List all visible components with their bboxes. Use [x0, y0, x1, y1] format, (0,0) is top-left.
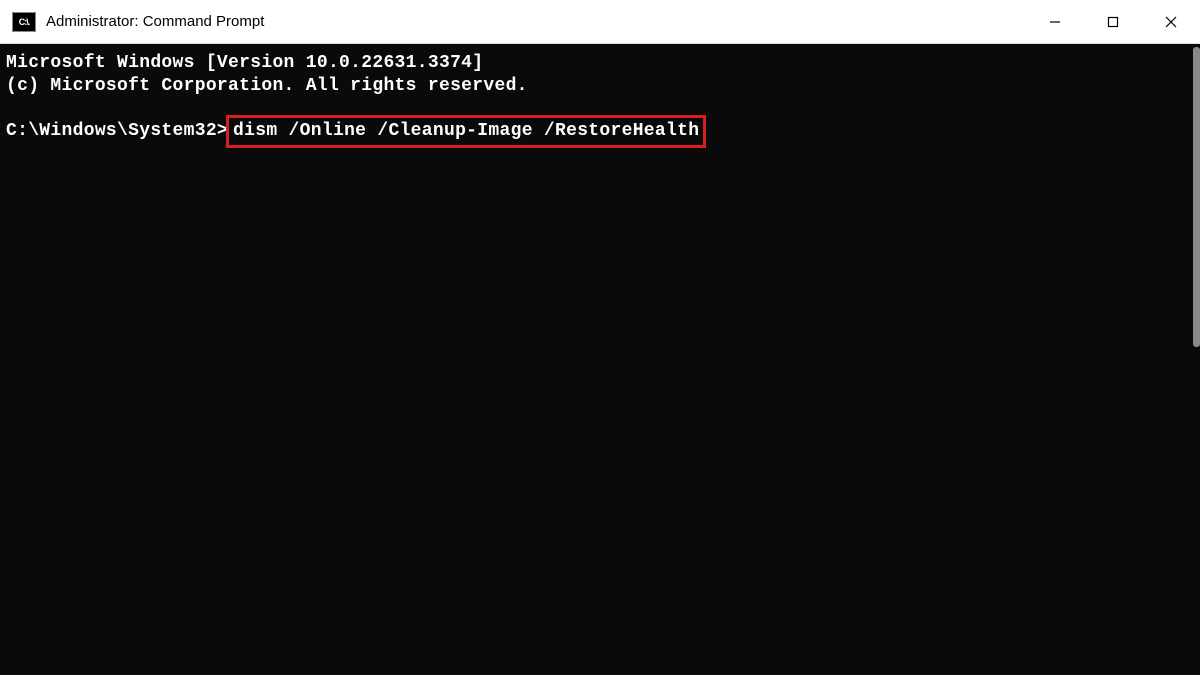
terminal-output[interactable]: Microsoft Windows [Version 10.0.22631.33…: [0, 44, 1200, 675]
close-button[interactable]: [1142, 0, 1200, 44]
window-title: Administrator: Command Prompt: [46, 13, 264, 30]
minimize-button[interactable]: [1026, 0, 1084, 44]
command-prompt-window: C:\. Administrator: Command Prompt: [0, 0, 1200, 675]
scrollbar-track[interactable]: [1188, 44, 1200, 675]
command-highlight-box: dism /Online /Cleanup-Image /RestoreHeal…: [226, 115, 706, 148]
terminal-prompt-line: C:\Windows\System32> dism /Online /Clean…: [6, 115, 1194, 148]
terminal-line-version: Microsoft Windows [Version 10.0.22631.33…: [6, 52, 1194, 75]
terminal-line-copyright: (c) Microsoft Corporation. All rights re…: [6, 75, 1194, 98]
scrollbar-thumb[interactable]: [1193, 47, 1200, 347]
app-icon: C:\.: [12, 12, 36, 32]
terminal-prompt: C:\Windows\System32>: [6, 120, 228, 143]
titlebar[interactable]: C:\. Administrator: Command Prompt: [0, 0, 1200, 44]
close-icon: [1165, 16, 1177, 28]
maximize-button[interactable]: [1084, 0, 1142, 44]
maximize-icon: [1107, 16, 1119, 28]
minimize-icon: [1049, 16, 1061, 28]
window-controls: [1026, 0, 1200, 43]
terminal-command[interactable]: dism /Online /Cleanup-Image /RestoreHeal…: [233, 121, 699, 141]
